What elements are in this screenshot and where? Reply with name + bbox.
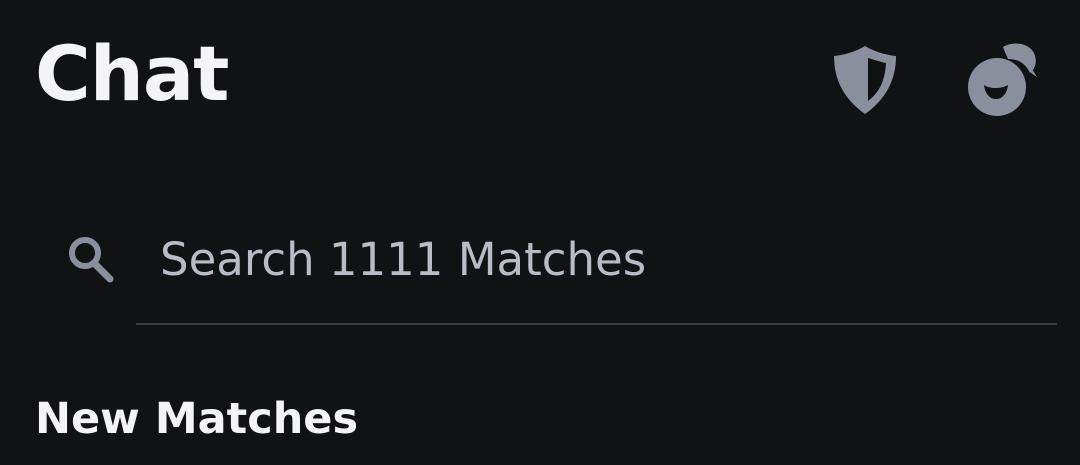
chat-bubbles-button[interactable] xyxy=(962,42,1042,118)
shield-button[interactable] xyxy=(828,44,904,116)
search-bar xyxy=(0,200,1080,330)
search-underline xyxy=(136,323,1057,325)
chat-bubbles-icon xyxy=(968,43,1037,116)
page-title: Chat xyxy=(35,29,229,118)
chat-header: Chat xyxy=(0,0,1080,160)
search-input[interactable] xyxy=(160,224,1050,294)
search-icon xyxy=(69,237,114,283)
new-matches-heading: New Matches xyxy=(35,394,359,444)
shield-icon xyxy=(834,46,896,114)
